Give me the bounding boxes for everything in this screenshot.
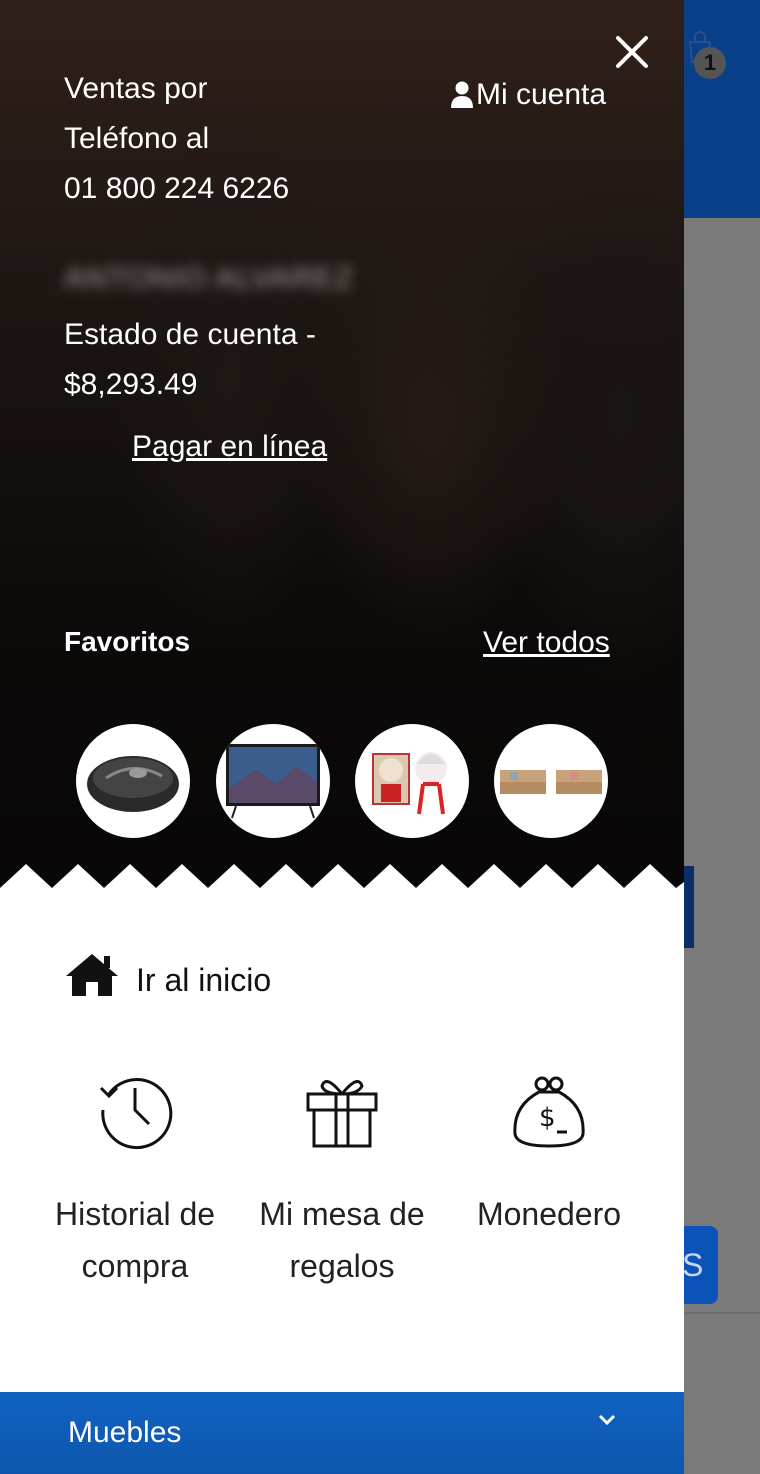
cart-count-badge: 1 <box>694 47 726 79</box>
my-account-label: Mi cuenta <box>476 78 607 111</box>
favorites-title: Favoritos <box>64 626 191 657</box>
pay-online-link[interactable]: Pagar en línea <box>132 430 327 464</box>
chevron-down-icon <box>598 1414 616 1426</box>
favorite-item-funko[interactable] <box>355 724 469 838</box>
background-divider <box>684 1312 760 1314</box>
phone-line-2: Teléfono al <box>64 122 210 155</box>
my-account-link[interactable]: Mi cuenta <box>450 78 606 112</box>
phone-number[interactable]: 01 800 224 6226 <box>64 164 344 214</box>
gift-registry-line2: regalos <box>289 1248 395 1284</box>
category-label: Muebles <box>68 1416 182 1449</box>
wallet-line1: Monedero <box>476 1196 622 1232</box>
gift-registry-label: Mi mesa de regalos <box>242 1188 442 1292</box>
purchase-history-line2: compra <box>81 1248 189 1284</box>
go-home-link[interactable]: Ir al inicio <box>64 950 271 1000</box>
account-statement: Estado de cuenta - $8,293.49 <box>64 310 364 410</box>
sofa-thumbnail <box>500 770 602 794</box>
phone-line-1: Ventas por <box>64 72 208 105</box>
purchase-history-link[interactable]: Historial de compra <box>35 1070 235 1292</box>
go-home-label: Ir al inicio <box>136 961 272 998</box>
zigzag-divider <box>0 864 684 905</box>
account-balance: $8,293.49 <box>64 368 198 401</box>
history-icon <box>99 1078 173 1150</box>
user-name: ANTONIO ALVAREZ <box>64 262 355 295</box>
purchase-history-label: Historial de compra <box>35 1188 235 1292</box>
gift-registry-link[interactable]: Mi mesa de regalos <box>242 1070 442 1292</box>
wallet-label: Monedero <box>449 1188 649 1240</box>
category-accordion[interactable]: Muebles <box>0 1392 684 1474</box>
gift-registry-line1: Mi mesa de <box>259 1196 425 1232</box>
user-icon <box>451 81 473 108</box>
money-bag-icon: $ <box>513 1076 585 1148</box>
funko-pop-thumbnail <box>372 752 447 815</box>
side-drawer: Mi cuenta Ventas por Teléfono al 01 800 … <box>0 0 684 1474</box>
wallet-link[interactable]: $ Monedero <box>449 1070 649 1240</box>
close-icon[interactable] <box>612 32 652 72</box>
favorite-item-mouse[interactable] <box>76 724 190 838</box>
account-statement-label: Estado de cuenta - <box>64 318 316 351</box>
wireless-mouse-thumbnail <box>87 756 179 812</box>
television-thumbnail <box>226 744 320 819</box>
favorite-item-tv[interactable] <box>216 724 330 838</box>
favorite-item-sofa[interactable] <box>494 724 608 838</box>
purchase-history-line1: Historial de <box>54 1196 216 1232</box>
svg-text:$: $ <box>539 1103 556 1133</box>
see-all-favorites-link[interactable]: Ver todos <box>483 626 610 660</box>
gift-icon <box>306 1080 378 1148</box>
phone-sales-info: Ventas por Teléfono al 01 800 224 6226 <box>64 64 344 214</box>
home-icon <box>66 954 118 996</box>
